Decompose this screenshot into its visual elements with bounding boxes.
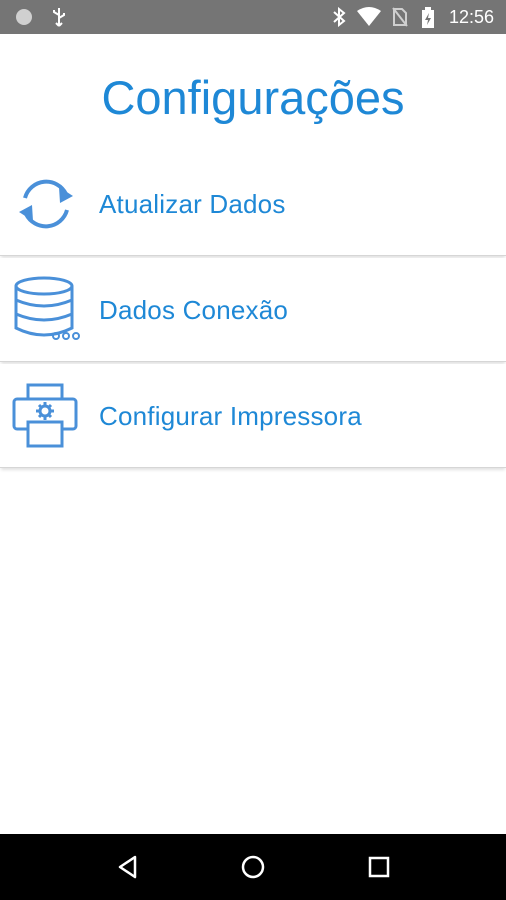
menu-item-label: Configurar Impressora <box>99 401 362 431</box>
menu-item-label: Dados Conexão <box>99 295 289 325</box>
database-icon <box>14 276 80 340</box>
bluetooth-icon <box>333 7 346 27</box>
home-icon[interactable] <box>237 851 269 883</box>
no-sim-icon <box>392 7 408 27</box>
navigation-bar <box>0 834 506 900</box>
battery-charging-icon <box>422 7 434 28</box>
status-bar: 12:56 <box>0 0 506 34</box>
notification-dot-icon <box>16 9 32 25</box>
page-title: Configurações <box>101 71 405 124</box>
back-icon[interactable] <box>112 851 144 883</box>
menu-item-connection-data[interactable]: Dados Conexão <box>0 258 506 362</box>
recents-icon[interactable] <box>363 851 395 883</box>
menu-item-configure-printer[interactable]: Configurar Impressora <box>0 364 506 468</box>
status-time: 12:56 <box>448 7 494 27</box>
menu-item-label: Atualizar Dados <box>99 189 286 219</box>
printer-settings-icon <box>12 383 78 448</box>
wifi-icon <box>357 7 381 26</box>
menu-item-update-data[interactable]: Atualizar Dados <box>0 152 506 256</box>
usb-icon <box>53 8 65 27</box>
settings-menu: Atualizar Dados Dados Conexão Configurar… <box>0 152 506 470</box>
refresh-icon <box>19 179 73 229</box>
